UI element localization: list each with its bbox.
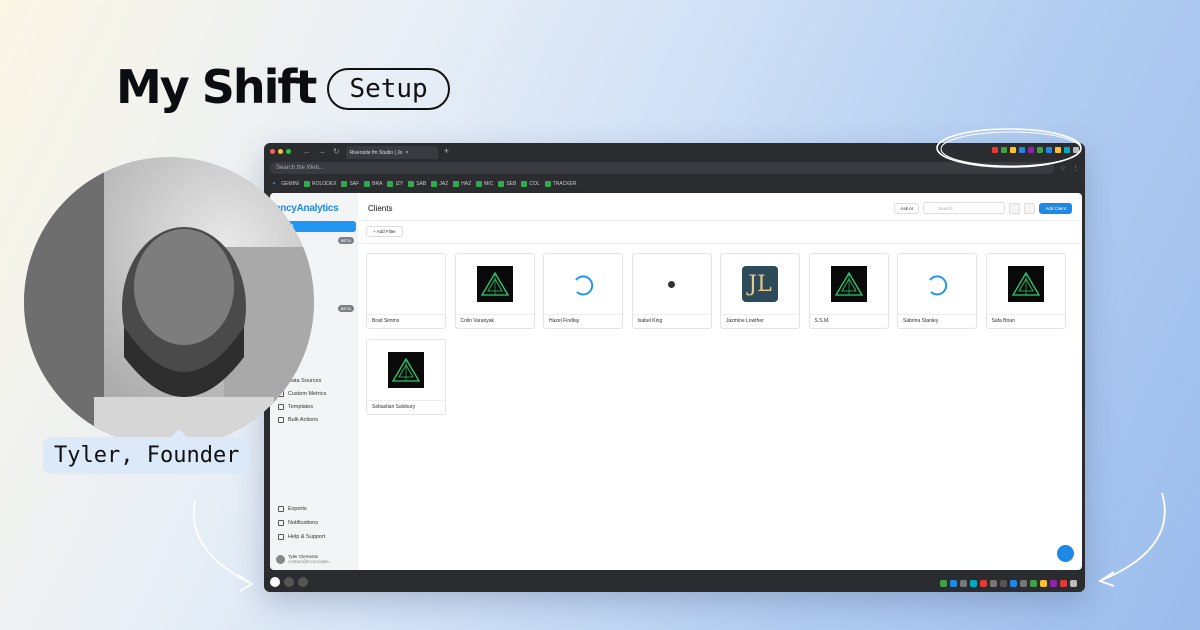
toolbar: Ask AI Search Add Client	[894, 202, 1072, 214]
founder-badge: Tyler, Founder	[43, 429, 251, 474]
heading-title: My Shift	[116, 60, 317, 114]
beta-badge: BETA	[337, 305, 354, 312]
client-logo	[388, 352, 424, 388]
client-card[interactable]: Colin Varanyak	[454, 253, 535, 329]
client-card[interactable]: S.S.M.	[808, 253, 889, 329]
setup-pill: Setup	[327, 68, 450, 110]
ask-ai-button[interactable]: Ask AI	[894, 202, 920, 214]
client-logo	[476, 266, 513, 302]
info-icon	[654, 266, 690, 302]
nav-arrows[interactable]: ← → ↻	[303, 147, 340, 156]
sidebar-item-exports[interactable]: Exports	[278, 506, 307, 512]
browser-window: ← → ↻ Riverside fm Studio | Jo × + Search t…	[264, 143, 1085, 592]
bookmark-item[interactable]: HAZ	[453, 181, 471, 187]
dock-tray[interactable]	[940, 580, 1077, 587]
user-menu[interactable]: Tyler Clements contact@tcconcepts...	[276, 554, 332, 564]
client-logo: JL	[742, 266, 778, 302]
client-name: Hazel Findlay	[549, 318, 580, 324]
gemini-icon: ✦	[272, 181, 277, 187]
client-card[interactable]: JL Jazmine Lowther	[720, 253, 800, 329]
client-name: Brad Simms	[372, 318, 400, 324]
client-logo	[830, 266, 867, 302]
bookmarks-bar: ✦ GEMINI ROLODEX SAF BRA IZY SAB JAZ HAZ…	[264, 176, 1085, 192]
heading: My Shift Setup	[116, 60, 450, 114]
sidebar-item-help[interactable]: Help & Support	[278, 534, 325, 540]
browser-tab[interactable]: Riverside fm Studio | Jo ×	[345, 146, 438, 159]
add-icon[interactable]	[270, 577, 280, 587]
avatar	[276, 554, 285, 564]
loading-spinner-icon	[565, 266, 601, 302]
bookmark-item[interactable]: SAB	[408, 181, 426, 187]
sidebar-item-notifications[interactable]: Notifications	[278, 520, 318, 526]
app-icon[interactable]	[284, 577, 294, 587]
client-grid: Brad Simms Colin Varanyak Hazel Findlay Isa…	[366, 253, 1066, 415]
new-tab-icon[interactable]: +	[444, 146, 449, 156]
bookmark-item[interactable]: MIC	[476, 181, 493, 187]
list-view-button[interactable]	[1009, 202, 1021, 214]
client-card[interactable]: Isabel King	[631, 253, 712, 329]
page-title: Clients	[368, 204, 393, 213]
add-client-button[interactable]: Add Client	[1039, 202, 1072, 214]
client-name: S.S.M.	[814, 318, 830, 324]
bookmark-item[interactable]: JAZ	[431, 181, 448, 187]
window-controls[interactable]	[270, 148, 291, 154]
client-name: Isabel King	[637, 318, 663, 324]
right-arrow	[1097, 492, 1166, 587]
loading-spinner-icon	[919, 266, 955, 302]
bookmark-item[interactable]: BRA	[364, 181, 382, 187]
chat-bubble-icon[interactable]	[1057, 545, 1074, 562]
brand-logo: encyAnalytics	[275, 203, 339, 214]
search-input[interactable]: Search	[923, 202, 1006, 214]
client-name: Safa Brian	[991, 318, 1015, 324]
bookmark-item[interactable]: ROLODEX	[303, 181, 336, 187]
bookmark-item[interactable]: TRACKER	[544, 181, 577, 187]
left-arrow	[192, 499, 254, 592]
client-name: Colin Varanyak	[460, 318, 495, 324]
client-card[interactable]: Hazel Findlay	[543, 253, 623, 329]
add-filter-button[interactable]: + Add Filter	[366, 226, 403, 237]
client-card[interactable]: Safa Brian	[985, 253, 1066, 329]
sidebar-item-custom-metrics[interactable]: Custom Metrics	[278, 391, 326, 397]
bookmark-item[interactable]: GEMINI	[281, 181, 299, 187]
sidebar-item-bulk-actions[interactable]: Bulk Actions	[278, 417, 318, 423]
bookmark-item[interactable]: SEB	[498, 181, 516, 187]
beta-badge: BETA	[337, 237, 354, 244]
client-name: Sabrina Stanley	[903, 318, 939, 324]
bookmark-item[interactable]: SAF	[341, 181, 359, 187]
highlight-ring	[936, 128, 1082, 168]
agency-analytics-app: encyAnalytics nts orts BETA ashboards rt…	[270, 193, 1082, 570]
client-name: Jazmine Lowther	[726, 318, 764, 324]
sidebar-item-templates[interactable]: Templates	[278, 404, 313, 410]
bookmark-item[interactable]: COL	[521, 181, 540, 187]
client-card[interactable]: Sebastian Salsbury	[366, 339, 446, 415]
client-card[interactable]: Sabrina Stanley	[897, 253, 977, 329]
client-card[interactable]: Brad Simms	[366, 253, 446, 329]
bookmark-item[interactable]: IZY	[387, 181, 403, 187]
founder-photo	[24, 157, 314, 447]
main-content: Clients Ask AI Search Add Client + Add F…	[358, 193, 1082, 570]
grid-view-button[interactable]	[1024, 202, 1036, 214]
app-icon[interactable]	[298, 577, 308, 587]
client-logo	[1007, 266, 1044, 302]
client-name: Sebastian Salsbury	[372, 404, 416, 410]
